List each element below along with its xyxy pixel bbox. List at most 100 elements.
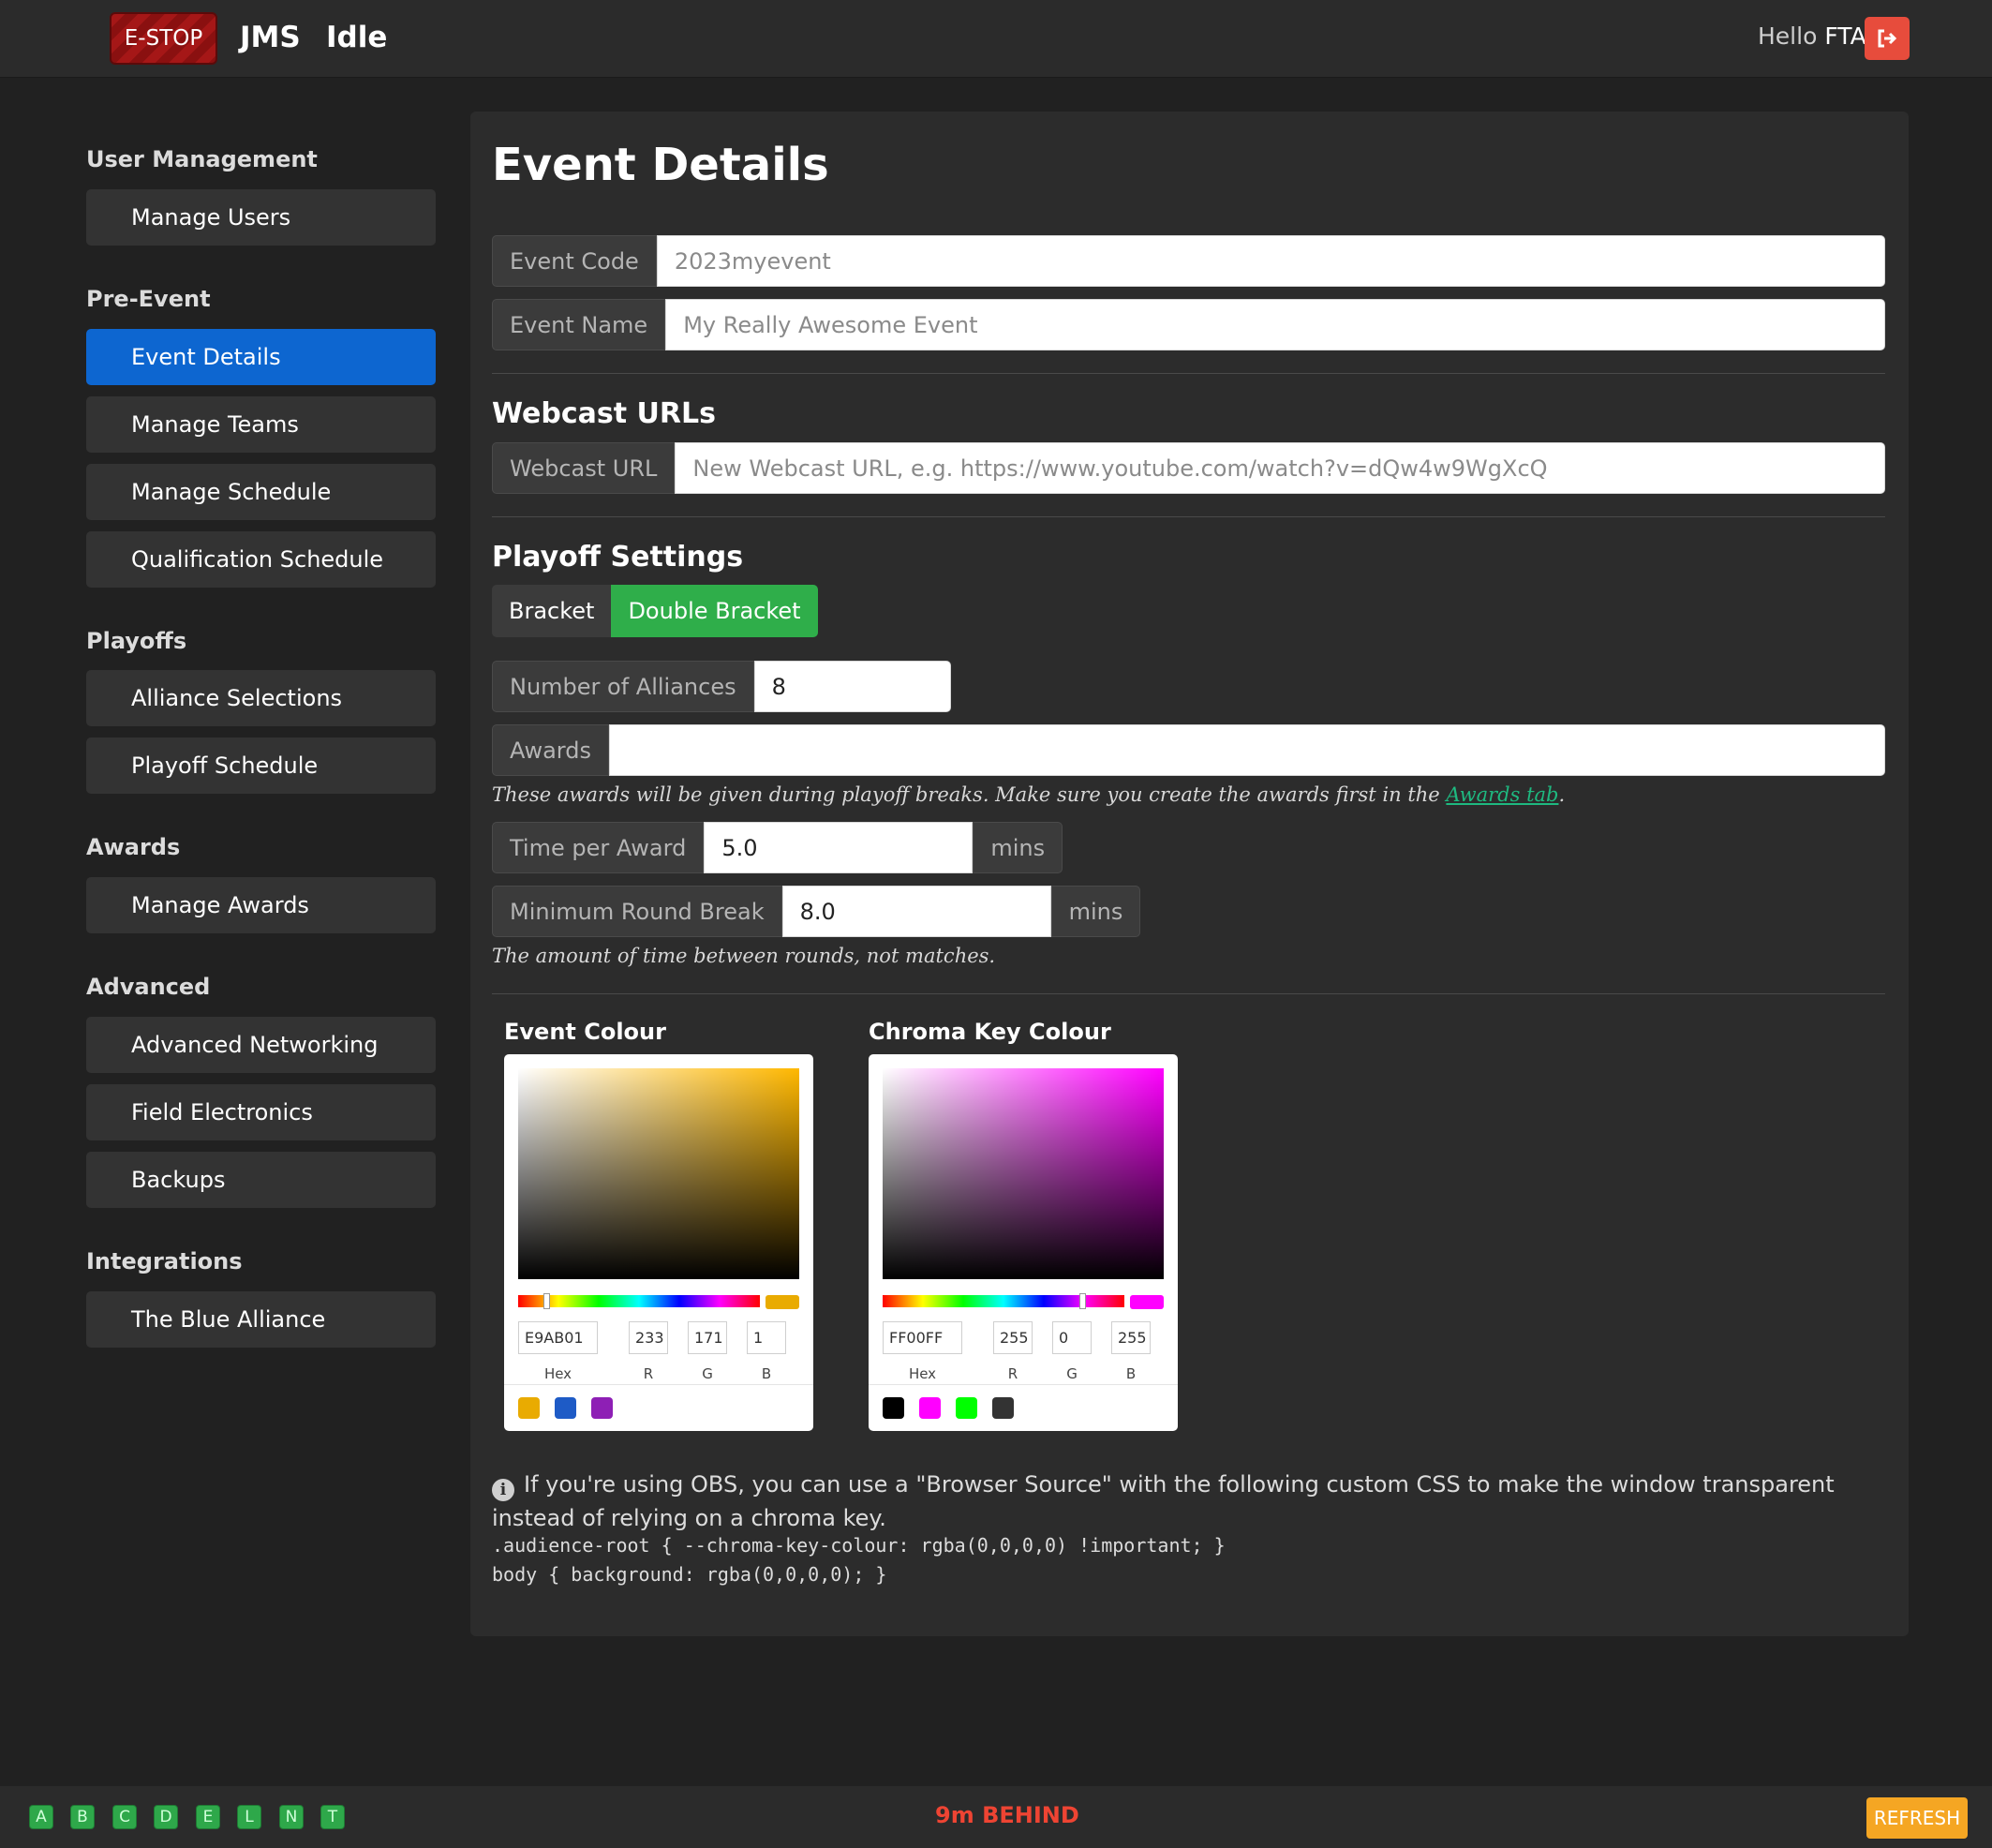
hue-slider-handle[interactable] — [543, 1293, 550, 1309]
event-code-group: Event Code 2023myevent — [492, 235, 1885, 287]
alliances-group: Number of Alliances 8 — [492, 661, 951, 712]
playoff-mode-toggle: Bracket Double Bracket — [492, 585, 818, 637]
time-per-award-input[interactable]: 5.0 — [704, 822, 974, 873]
saturation-area[interactable] — [883, 1068, 1164, 1279]
min-round-break-input[interactable]: 8.0 — [781, 886, 1051, 937]
indicator-a: A — [29, 1805, 53, 1829]
sidebar-item-manage-schedule[interactable]: Manage Schedule — [86, 464, 436, 520]
event-colour-title: Event Colour — [504, 1019, 666, 1045]
b-input[interactable]: 255 — [1111, 1321, 1151, 1354]
page-title: Event Details — [492, 139, 829, 191]
event-colour-picker: E9AB01 233 171 1 Hex R G B — [504, 1054, 813, 1431]
preset-swatch[interactable] — [555, 1397, 576, 1419]
section-title-user-management: User Management — [86, 146, 318, 172]
sidebar-item-advanced-networking[interactable]: Advanced Networking — [86, 1017, 436, 1073]
r-input[interactable]: 255 — [993, 1321, 1033, 1354]
estop-button[interactable]: E-STOP — [110, 12, 217, 65]
section-title-advanced: Advanced — [86, 974, 211, 1000]
sidebar-item-playoff-schedule[interactable]: Playoff Schedule — [86, 738, 436, 794]
awards-tab-link[interactable]: Awards tab — [1446, 783, 1558, 806]
preset-swatch[interactable] — [919, 1397, 941, 1419]
indicator-b: B — [70, 1805, 95, 1829]
obs-code-line: .audience-root { --chroma-key-colour: rg… — [492, 1534, 1226, 1557]
preset-swatch[interactable] — [992, 1397, 1014, 1419]
r-input[interactable]: 233 — [629, 1321, 668, 1354]
g-input[interactable]: 0 — [1052, 1321, 1092, 1354]
b-label: B — [761, 1365, 772, 1382]
section-title-playoffs: Playoffs — [86, 628, 187, 654]
indicator-n: N — [279, 1805, 304, 1829]
webcast-url-label: Webcast URL — [492, 442, 676, 494]
awards-help-end: . — [1558, 783, 1566, 806]
min-round-break-label: Minimum Round Break — [492, 886, 782, 937]
bracket-option[interactable]: Bracket — [492, 585, 612, 637]
refresh-button[interactable]: REFRESH — [1866, 1797, 1968, 1839]
divider — [492, 373, 1885, 374]
saturation-area[interactable] — [518, 1068, 799, 1279]
obs-info-text: If you're using OBS, you can use a "Brow… — [492, 1471, 1835, 1531]
time-per-award-group: Time per Award 5.0 mins — [492, 822, 1063, 873]
hex-label: Hex — [543, 1365, 572, 1382]
webcast-url-input[interactable]: New Webcast URL, e.g. https://www.youtub… — [675, 442, 1885, 494]
event-name-group: Event Name My Really Awesome Event — [492, 299, 1885, 350]
obs-info: i If you're using OBS, you can use a "Bro… — [492, 1468, 1888, 1535]
chroma-colour-picker: FF00FF 255 0 255 Hex R G B — [869, 1054, 1178, 1431]
preset-swatch[interactable] — [883, 1397, 904, 1419]
awards-input[interactable] — [608, 724, 1885, 776]
hue-slider[interactable] — [883, 1293, 1124, 1309]
min-round-break-group: Minimum Round Break 8.0 mins — [492, 886, 1141, 937]
event-code-placeholder: 2023myevent — [674, 247, 831, 275]
awards-group: Awards — [492, 724, 1885, 776]
hex-input[interactable]: E9AB01 — [518, 1321, 598, 1354]
sidebar-item-manage-users[interactable]: Manage Users — [86, 189, 436, 246]
hue-slider-handle[interactable] — [1079, 1293, 1086, 1309]
event-code-input[interactable]: 2023myevent — [656, 235, 1885, 287]
indicator-c: C — [112, 1805, 137, 1829]
b-input[interactable]: 1 — [747, 1321, 786, 1354]
g-label: G — [702, 1365, 713, 1382]
user-greeting: Hello FTA — [1758, 22, 1866, 50]
round-break-help-text: The amount of time between rounds, not m… — [492, 945, 996, 967]
chroma-colour-title: Chroma Key Colour — [869, 1019, 1111, 1045]
hex-input[interactable]: FF00FF — [883, 1321, 962, 1354]
section-title-pre-event: Pre-Event — [86, 286, 211, 312]
double-bracket-option[interactable]: Double Bracket — [611, 585, 818, 637]
info-icon: i — [492, 1479, 514, 1501]
schedule-status: 9m BEHIND — [935, 1802, 1079, 1828]
divider — [492, 993, 1885, 994]
divider — [492, 516, 1885, 517]
sidebar-item-qualification-schedule[interactable]: Qualification Schedule — [86, 531, 436, 588]
awards-help-text: These awards will be given during playof… — [492, 783, 1565, 806]
indicator-e: E — [196, 1805, 220, 1829]
sidebar-item-manage-awards[interactable]: Manage Awards — [86, 877, 436, 933]
current-colour-preview — [1130, 1295, 1164, 1309]
r-label: R — [643, 1365, 654, 1382]
min-round-break-unit: mins — [1050, 886, 1141, 937]
logout-button[interactable] — [1865, 17, 1910, 60]
awards-label: Awards — [492, 724, 609, 776]
awards-help-body: These awards will be given during playof… — [492, 783, 1440, 806]
preset-swatch[interactable] — [956, 1397, 977, 1419]
sidebar-item-backups[interactable]: Backups — [86, 1152, 436, 1208]
sidebar-item-alliance-selections[interactable]: Alliance Selections — [86, 670, 436, 726]
sidebar-item-manage-teams[interactable]: Manage Teams — [86, 396, 436, 453]
time-per-award-unit: mins — [973, 822, 1063, 873]
preset-swatch[interactable] — [591, 1397, 613, 1419]
indicator-l: L — [237, 1805, 261, 1829]
arena-status: Idle — [326, 21, 388, 54]
hue-slider[interactable] — [518, 1293, 760, 1309]
b-label: B — [1125, 1365, 1137, 1382]
g-input[interactable]: 171 — [688, 1321, 727, 1354]
webcast-heading: Webcast URLs — [492, 397, 716, 430]
sidebar-item-the-blue-alliance[interactable]: The Blue Alliance — [86, 1291, 436, 1348]
webcast-url-placeholder: New Webcast URL, e.g. https://www.youtub… — [692, 455, 1548, 482]
preset-swatch[interactable] — [518, 1397, 540, 1419]
hex-label: Hex — [908, 1365, 937, 1382]
alliances-input[interactable]: 8 — [753, 661, 951, 712]
sidebar-item-event-details[interactable]: Event Details — [86, 329, 436, 385]
time-per-award-label: Time per Award — [492, 822, 705, 873]
sidebar-item-field-electronics[interactable]: Field Electronics — [86, 1084, 436, 1140]
webcast-url-group: Webcast URL New Webcast URL, e.g. https:… — [492, 442, 1885, 494]
section-title-awards: Awards — [86, 834, 181, 860]
event-name-input[interactable]: My Really Awesome Event — [665, 299, 1885, 350]
